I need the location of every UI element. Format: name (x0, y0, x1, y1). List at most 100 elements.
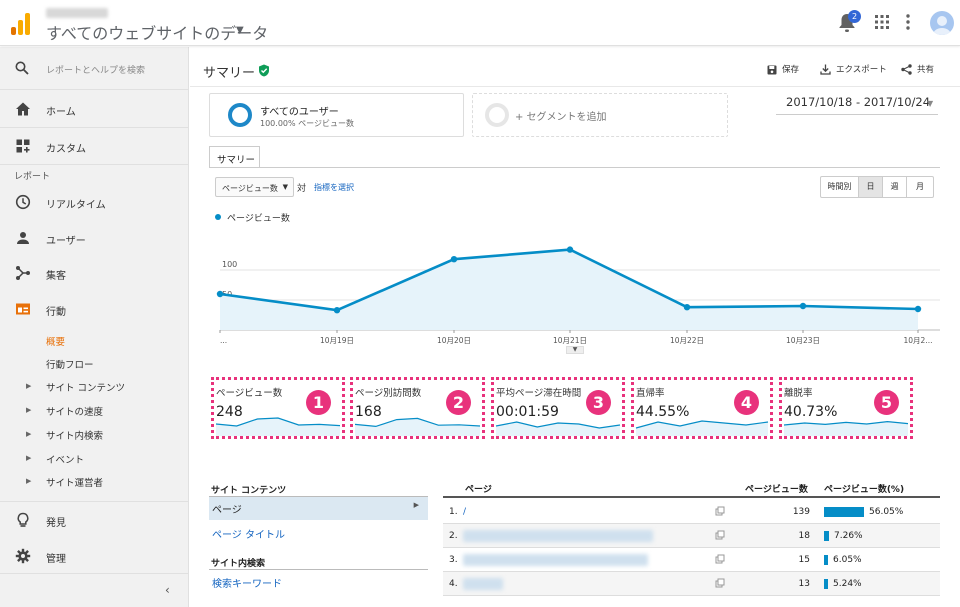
granularity-toggle: 時間別 日 週 月 (820, 176, 934, 198)
scorecard[interactable]: ページ別訪問数 168 2 (350, 377, 485, 439)
person-icon (17, 232, 29, 244)
open-link-icon[interactable] (715, 506, 725, 516)
sidebar-subitem-events[interactable]: イベント (46, 452, 84, 466)
open-link-icon[interactable] (715, 530, 725, 540)
dashboard-icon (16, 139, 30, 153)
sidebar-item-label: 行動 (46, 307, 66, 318)
sidebar-search[interactable]: レポートとヘルプを検索 (0, 47, 189, 90)
verified-shield-icon (259, 64, 269, 77)
pageviews-pct: 5.24% (833, 579, 862, 589)
add-segment-button[interactable]: + セグメントを追加 (472, 93, 728, 137)
account-name-blurred (46, 8, 108, 18)
sidebar-item-behavior[interactable]: 行動 (0, 291, 189, 327)
left-nav-page-title[interactable]: ページ タイトル (209, 522, 428, 545)
scorecard[interactable]: 平均ページ滞在時間 00:01:59 3 (491, 377, 625, 439)
pageviews-value: 15 (798, 555, 810, 565)
chevron-right-icon: ▶ (413, 501, 419, 509)
granularity-day[interactable]: 日 (859, 177, 883, 197)
analytics-logo[interactable] (11, 11, 33, 35)
tab-summary[interactable]: サマリー (209, 146, 260, 168)
scorecard[interactable]: 離脱率 40.73% 5 (779, 377, 913, 439)
data-point[interactable] (683, 304, 691, 311)
x-tick-label: 10月20日 (437, 336, 471, 345)
page-path-blurred[interactable] (463, 530, 653, 542)
sidebar-item-custom[interactable]: カスタム (0, 128, 189, 164)
collapse-sidebar-icon[interactable]: ‹ (165, 583, 170, 597)
sidebar-subitem-overview[interactable]: 概要 (46, 334, 65, 348)
sidebar-item-acquisition[interactable]: 集客 (0, 255, 189, 291)
table-row[interactable]: 1. / 139 56.05% (443, 500, 940, 524)
save-label: 保存 (782, 65, 800, 75)
expand-arrow-icon[interactable]: ▶ (26, 406, 31, 414)
table-row[interactable]: 2. 18 7.26% (443, 524, 940, 548)
avatar[interactable] (930, 11, 954, 35)
date-range-picker[interactable]: 2017/10/18 - 2017/10/24 (786, 95, 930, 109)
notification-badge: 2 (848, 10, 861, 23)
sidebar-subitem-site-search[interactable]: サイト内検索 (46, 428, 103, 442)
expand-arrow-icon[interactable]: ▶ (26, 430, 31, 438)
sparkline (495, 421, 621, 436)
sidebar-item-realtime[interactable]: リアルタイム (0, 184, 189, 220)
sidebar-item-audience[interactable]: ユーザー (0, 220, 189, 256)
col-pageviews-pct[interactable]: ページビュー数(%) (824, 482, 904, 495)
table-row[interactable]: 4. 13 5.24% (443, 572, 940, 596)
sparkline (354, 417, 481, 436)
sidebar-subitem-site-content[interactable]: サイト コンテンツ (46, 380, 125, 394)
sidebar-subitem-behavior-flow[interactable]: 行動フロー (46, 357, 94, 371)
divider (209, 569, 428, 570)
data-point[interactable] (566, 246, 574, 253)
caret-down-icon[interactable]: ▼ (236, 25, 244, 36)
sparkline (215, 417, 341, 436)
col-page[interactable]: ページ (465, 482, 492, 495)
view-selector[interactable]: すべてのウェブサイトのデータ (46, 20, 268, 44)
pageviews-value: 18 (798, 531, 810, 541)
left-nav-page[interactable]: ページ ▶ (209, 497, 428, 520)
expand-arrow-icon[interactable]: ▶ (26, 477, 31, 485)
segment-all-users[interactable]: すべてのユーザー 100.00% ページビュー数 (209, 93, 464, 137)
more-vert-icon[interactable] (905, 14, 911, 30)
scorecard[interactable]: 直帰率 44.55% 4 (631, 377, 773, 439)
expand-arrow-icon[interactable]: ▶ (26, 382, 31, 390)
page-path-blurred[interactable] (463, 578, 503, 590)
metric-select[interactable]: ページビュー数 ▼ (215, 177, 294, 197)
open-link-icon[interactable] (715, 578, 725, 588)
page-path-link[interactable]: / (463, 507, 466, 517)
share-label: 共有 (917, 65, 935, 75)
pageviews-share-bar (824, 531, 829, 541)
granularity-month[interactable]: 月 (907, 177, 933, 197)
share-icon (901, 64, 912, 75)
sidebar-subitem-publisher[interactable]: サイト運営者 (46, 475, 103, 489)
granularity-hourly[interactable]: 時間別 (821, 177, 859, 197)
table-row[interactable]: 3. 15 6.05% (443, 548, 940, 572)
chart-expand-handle[interactable]: ▼ (566, 346, 584, 354)
export-button[interactable]: エクスポート (820, 63, 887, 75)
share-button[interactable]: 共有 (901, 63, 934, 75)
data-point[interactable] (914, 305, 922, 313)
select-metric-link[interactable]: 指標を選択 (314, 182, 354, 193)
site-content-header: サイト コンテンツ (211, 486, 287, 496)
page-path-blurred[interactable] (463, 554, 648, 566)
sidebar-item-label: ホーム (46, 107, 76, 118)
sidebar-subitem-site-speed[interactable]: サイトの速度 (46, 404, 103, 418)
versus-label: 対 (297, 184, 307, 194)
data-point[interactable] (216, 290, 224, 298)
expand-arrow-icon[interactable]: ▶ (26, 454, 31, 462)
caret-down-icon[interactable]: ▼ (927, 99, 933, 108)
granularity-week[interactable]: 週 (883, 177, 907, 197)
left-nav-search-keyword[interactable]: 検索キーワード (209, 571, 428, 594)
data-point[interactable] (450, 256, 458, 263)
save-button[interactable]: 保存 (767, 63, 799, 75)
sparkline (635, 420, 769, 436)
data-point[interactable] (799, 302, 807, 310)
apps-grid-icon[interactable] (875, 15, 889, 29)
export-label: エクスポート (836, 65, 887, 75)
data-point[interactable] (333, 307, 341, 314)
lightbulb-icon (17, 512, 29, 527)
open-link-icon[interactable] (715, 554, 725, 564)
col-pageviews[interactable]: ページビュー数 (745, 482, 808, 495)
scorecard[interactable]: ページビュー数 248 1 (211, 377, 345, 439)
page-title: サマリー (203, 66, 256, 81)
sidebar-item-discover[interactable]: 発見 (0, 502, 189, 538)
sidebar-item-home[interactable]: ホーム (0, 91, 189, 127)
sidebar-item-admin[interactable]: 管理 (0, 538, 189, 574)
